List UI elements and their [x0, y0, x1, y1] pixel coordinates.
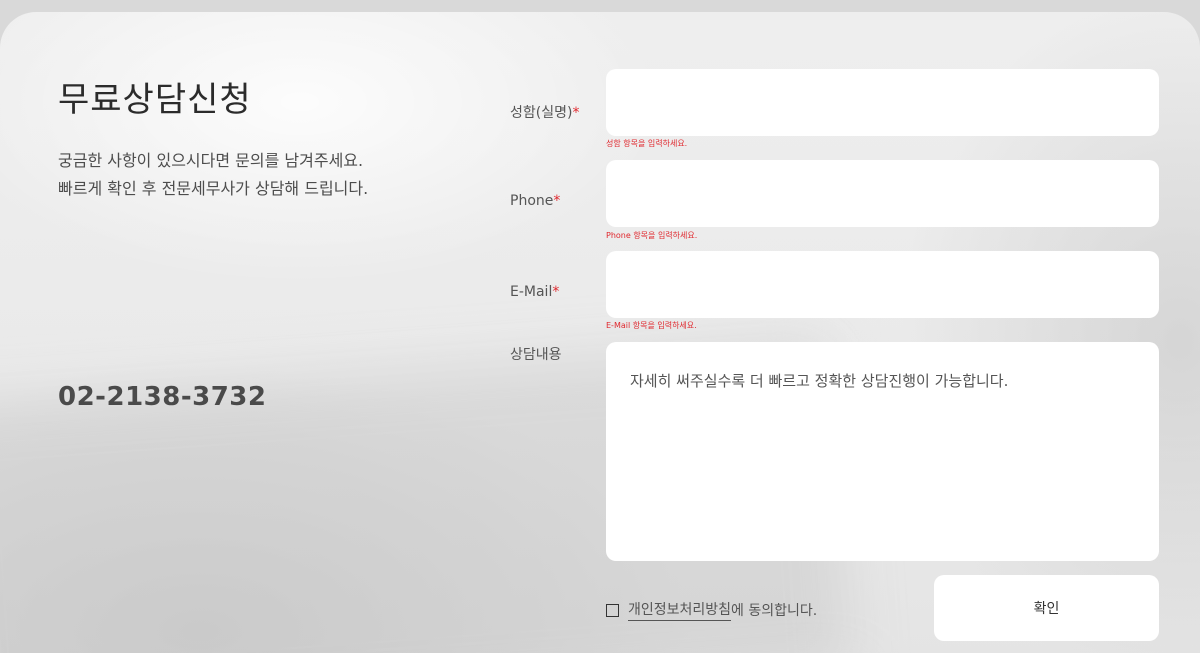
name-input[interactable]: [606, 69, 1159, 136]
email-label: E-Mail*: [510, 284, 559, 300]
intro-text: 궁금한 사항이 있으시다면 문의를 남겨주세요. 빠르게 확인 후 전문세무사가…: [58, 147, 368, 203]
email-label-text: E-Mail: [510, 284, 553, 300]
phone-label-text: Phone: [510, 193, 554, 209]
page-title: 무료상담신청: [58, 80, 252, 120]
submit-button[interactable]: 확인: [934, 575, 1159, 641]
message-textarea[interactable]: 자세히 써주실수록 더 빠르고 정확한 상담진행이 가능합니다.: [606, 342, 1159, 561]
privacy-policy-link[interactable]: 개인정보처리방침: [628, 599, 732, 621]
name-label-text: 성함(실명): [510, 105, 573, 121]
name-label: 성함(실명)*: [510, 102, 579, 122]
intro-line-2: 빠르게 확인 후 전문세무사가 상담해 드립니다.: [58, 179, 369, 198]
email-error-message: E-Mail 항목을 입력하세요.: [606, 321, 697, 330]
email-input[interactable]: [606, 251, 1159, 318]
phone-label: Phone*: [510, 193, 560, 209]
privacy-consent-checkbox[interactable]: [606, 603, 619, 617]
message-placeholder: 자세히 써주실수록 더 빠르고 정확한 상담진행이 가능합니다.: [630, 372, 1009, 390]
phone-required-mark: *: [553, 193, 561, 209]
name-error-message: 성함 항목을 입력하세요.: [606, 139, 688, 148]
intro-line-1: 궁금한 사항이 있으시다면 문의를 남겨주세요.: [58, 151, 364, 170]
phone-input[interactable]: [606, 160, 1159, 227]
contact-phone-number: 02-2138-3732: [58, 382, 267, 412]
name-required-mark: *: [572, 105, 580, 121]
consultation-card: 무료상담신청 궁금한 사항이 있으시다면 문의를 남겨주세요. 빠르게 확인 후…: [0, 12, 1200, 653]
email-required-mark: *: [552, 284, 560, 300]
privacy-consent-text: 에 동의합니다.: [731, 603, 818, 619]
phone-error-message: Phone 항목을 입력하세요.: [606, 231, 698, 240]
privacy-consent: 개인정보처리방침 에 동의합니다.: [606, 599, 817, 621]
message-label: 상담내용: [510, 347, 562, 363]
